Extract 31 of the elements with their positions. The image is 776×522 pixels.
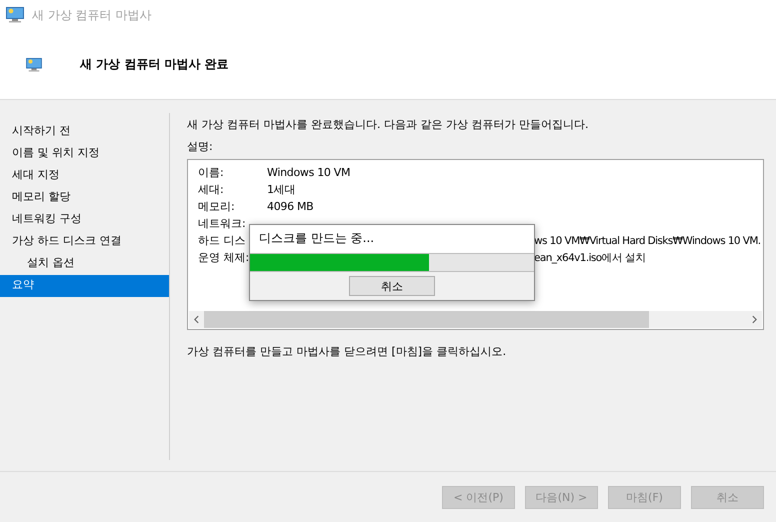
scrollbar-thumb[interactable]: [204, 311, 650, 328]
summary-label: 네트워크:: [198, 216, 247, 231]
sidebar-item[interactable]: 시작하기 전: [0, 121, 169, 143]
summary-label: 운영 체제:: [198, 250, 250, 265]
summary-value: ws 10 VM₩Virtual Hard Disks₩Windows 10 VM.: [534, 234, 761, 246]
sidebar-item[interactable]: 요약: [0, 275, 169, 297]
window-title: 새 가상 컴퓨터 마법사: [32, 6, 152, 24]
computer-icon: [6, 7, 24, 23]
summary-value: ean_x64v1.iso에서 설치: [534, 250, 646, 264]
summary-value: 1세대: [267, 182, 296, 197]
computer-icon: [26, 58, 42, 72]
summary-value: Windows 10 VM: [267, 166, 350, 179]
sidebar-item[interactable]: 설치 옵션: [0, 253, 169, 275]
summary-label: 이름:: [198, 165, 225, 180]
sidebar-item[interactable]: 가상 하드 디스크 연결: [0, 231, 169, 253]
sidebar-item[interactable]: 네트워킹 구성: [0, 209, 169, 231]
description-label: 설명:: [187, 139, 214, 155]
scroll-left-icon[interactable]: [194, 315, 199, 324]
sidebar-item[interactable]: 이름 및 위치 지정: [0, 143, 169, 165]
intro-text: 새 가상 컴퓨터 마법사를 완료했습니다. 다음과 같은 가상 컴퓨터가 만들어집니다.: [187, 117, 590, 133]
summary-label: 세대:: [198, 182, 225, 197]
summary-label: 메모리:: [198, 199, 236, 214]
scroll-right-icon[interactable]: [752, 315, 757, 324]
sidebar-item[interactable]: 메모리 할당: [0, 187, 169, 209]
wizard-heading: 새 가상 컴퓨터 마법사 완료: [80, 56, 229, 73]
horizontal-scrollbar[interactable]: [189, 311, 762, 328]
hint-text: 가상 컴퓨터를 만들고 마법사를 닫으려면 [마침]을 클릭하십시오.: [187, 344, 508, 359]
cancel-button[interactable]: 취소: [349, 276, 435, 296]
summary-value: 4096 MB: [267, 200, 314, 213]
sidebar-item[interactable]: 세대 지정: [0, 165, 169, 187]
progress-message: 디스크를 만드는 중...: [250, 225, 534, 253]
